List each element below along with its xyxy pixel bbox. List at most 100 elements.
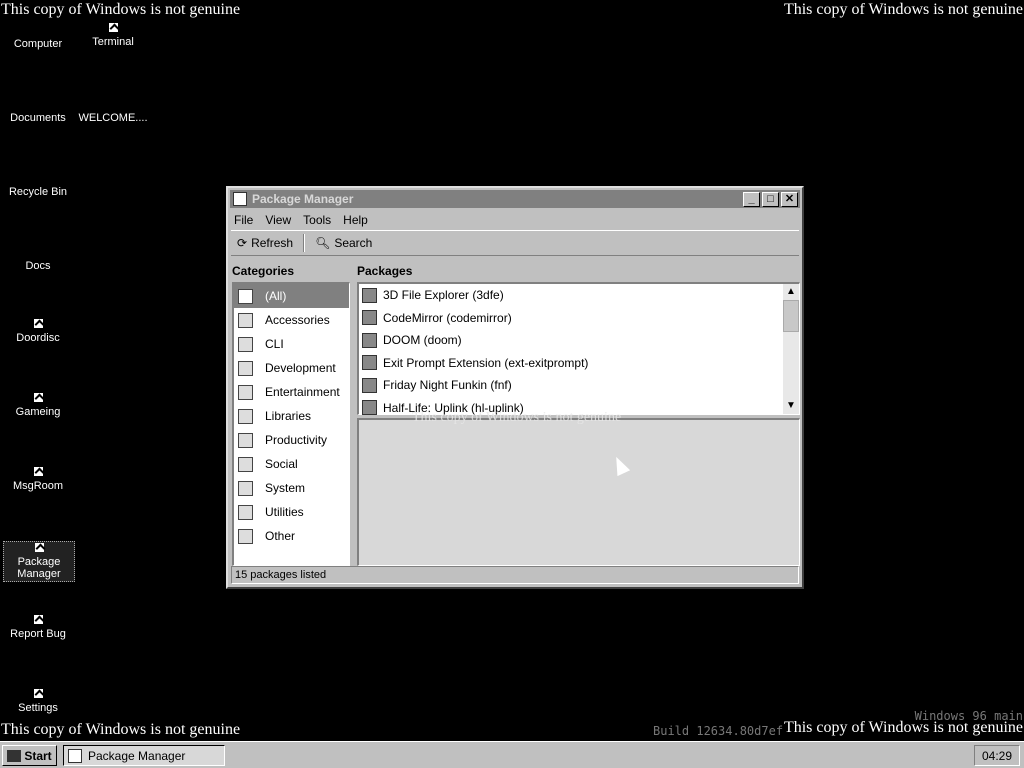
desktop-icon-settings[interactable]: Settings [3,689,73,714]
desktop-icon-welcome[interactable]: WELCOME.... [78,112,148,124]
msgroom-label: MsgRoom [12,480,64,492]
shortcut-arrow-icon [33,467,43,476]
shortcut-arrow-icon [33,319,43,328]
computer-label: Computer [13,38,63,50]
category-social[interactable]: Social [234,452,349,476]
package-label: DOOM (doom) [383,333,462,348]
package-icon [238,288,253,304]
package-icon [233,192,247,206]
package-details-pane [357,418,800,566]
taskbar-item-package-manager[interactable]: Package Manager [63,745,225,766]
category-productivity[interactable]: Productivity [234,428,349,452]
other-icon [238,528,253,544]
category-label: CLI [265,337,284,351]
terminal-label: Terminal [92,36,134,48]
genuine-watermark-top-right: This copy of Windows is not genuine [783,1,1023,18]
shortcut-arrow-icon [33,393,43,402]
clock: 04:29 [974,745,1020,766]
category-label: Development [265,361,336,375]
categories-header: Categories [232,264,295,278]
fnf-icon [362,377,377,393]
packages-scrollbar[interactable]: ▲ ▼ [783,284,799,414]
category-label: Productivity [265,433,328,447]
extension-icon [362,355,377,371]
package-item[interactable]: 3D File Explorer (3dfe) [359,284,799,307]
start-label: Start [24,748,52,763]
taskbar-item-label: Package Manager [88,748,186,763]
package-item[interactable]: Exit Prompt Extension (ext-exitprompt) [359,352,799,375]
scroll-up-icon[interactable]: ▲ [783,284,799,300]
desktop-icon-gameing[interactable]: Gameing [3,393,73,418]
desktop-icon-report-bug[interactable]: Report Bug [3,615,73,640]
docs-label: Docs [25,260,51,272]
tools-icon [238,504,253,520]
package-item[interactable]: CodeMirror (codemirror) [359,307,799,330]
package-icon [68,748,82,763]
category-label: Accessories [265,313,330,327]
desktop-icon-docs[interactable]: Docs [3,260,73,272]
maximize-button[interactable]: □ [762,191,779,207]
search-button[interactable]: 🔍︎ Search [315,236,372,250]
doom-icon [362,332,377,348]
category-cli[interactable]: CLI [234,332,349,356]
toolbar-divider [303,234,306,252]
package-item[interactable]: DOOM (doom) [359,329,799,352]
search-label: Search [334,236,373,250]
category-label: (All) [265,289,287,303]
menu-file[interactable]: File [234,213,253,227]
shortcut-arrow-icon [108,23,118,32]
desktop-icon-terminal[interactable]: Terminal [78,23,148,48]
desktop-icon-msgroom[interactable]: MsgRoom [3,467,73,492]
category-development[interactable]: Development [234,356,349,380]
category-entertainment[interactable]: Entertainment [234,380,349,404]
category-accessories[interactable]: Accessories [234,308,349,332]
cli-icon [238,336,253,352]
desktop-icon-recycle-bin[interactable]: Recycle Bin [3,186,73,198]
report-bug-label: Report Bug [10,628,66,640]
window-titlebar[interactable]: Package Manager _ □ ✕ [230,190,800,208]
menu-bar: File View Tools Help [228,210,802,230]
package-count: 15 packages listed [235,569,327,581]
documents-label: Documents [10,112,66,124]
menu-view[interactable]: View [265,213,291,227]
desktop-icon-doordisc[interactable]: Doordisc [3,319,73,344]
category-label: Other [265,529,296,543]
category-utilities[interactable]: Utilities [234,500,349,524]
smiley-icon [238,384,253,400]
menu-help[interactable]: Help [343,213,368,227]
category-system[interactable]: System [234,476,349,500]
refresh-button[interactable]: ⟳ Refresh [237,236,293,250]
build-number-label: Build 12634.80d7ef [653,724,784,738]
accessories-icon [238,312,253,328]
category-label: Social [265,457,298,471]
package-label: CodeMirror (codemirror) [383,310,512,325]
genuine-watermark-bottom-left: This copy of Windows is not genuine [1,721,241,738]
category-other[interactable]: Other [234,524,349,548]
taskbar: Start Package Manager 04:29 [0,741,1024,768]
desktop-icon-computer[interactable]: Computer [3,38,73,50]
desktop-icon-package-manager[interactable]: Package Manager [3,541,75,582]
category-label: Utilities [265,505,304,519]
packages-header: Packages [357,264,413,278]
category-all[interactable]: (All) [234,284,349,308]
package-label: Friday Night Funkin (fnf) [383,378,512,393]
minimize-button[interactable]: _ [743,191,760,207]
welcome-label: WELCOME.... [78,112,148,124]
development-icon [238,360,253,376]
close-button[interactable]: ✕ [781,191,798,207]
menu-tools[interactable]: Tools [303,213,331,227]
package-item[interactable]: Friday Night Funkin (fnf) [359,374,799,397]
start-button[interactable]: Start [2,745,57,766]
category-label: Libraries [265,409,312,423]
scroll-thumb[interactable] [783,300,799,332]
computer-icon [238,480,253,496]
shortcut-arrow-icon [34,543,44,552]
shortcut-arrow-icon [33,615,43,624]
code-icon [362,310,377,326]
window-title: Package Manager [252,192,354,206]
category-label: Entertainment [265,385,340,399]
scroll-down-icon[interactable]: ▼ [783,398,799,414]
folder-icon [362,287,377,303]
desktop-icon-documents[interactable]: Documents [3,112,73,124]
category-libraries[interactable]: Libraries [234,404,349,428]
